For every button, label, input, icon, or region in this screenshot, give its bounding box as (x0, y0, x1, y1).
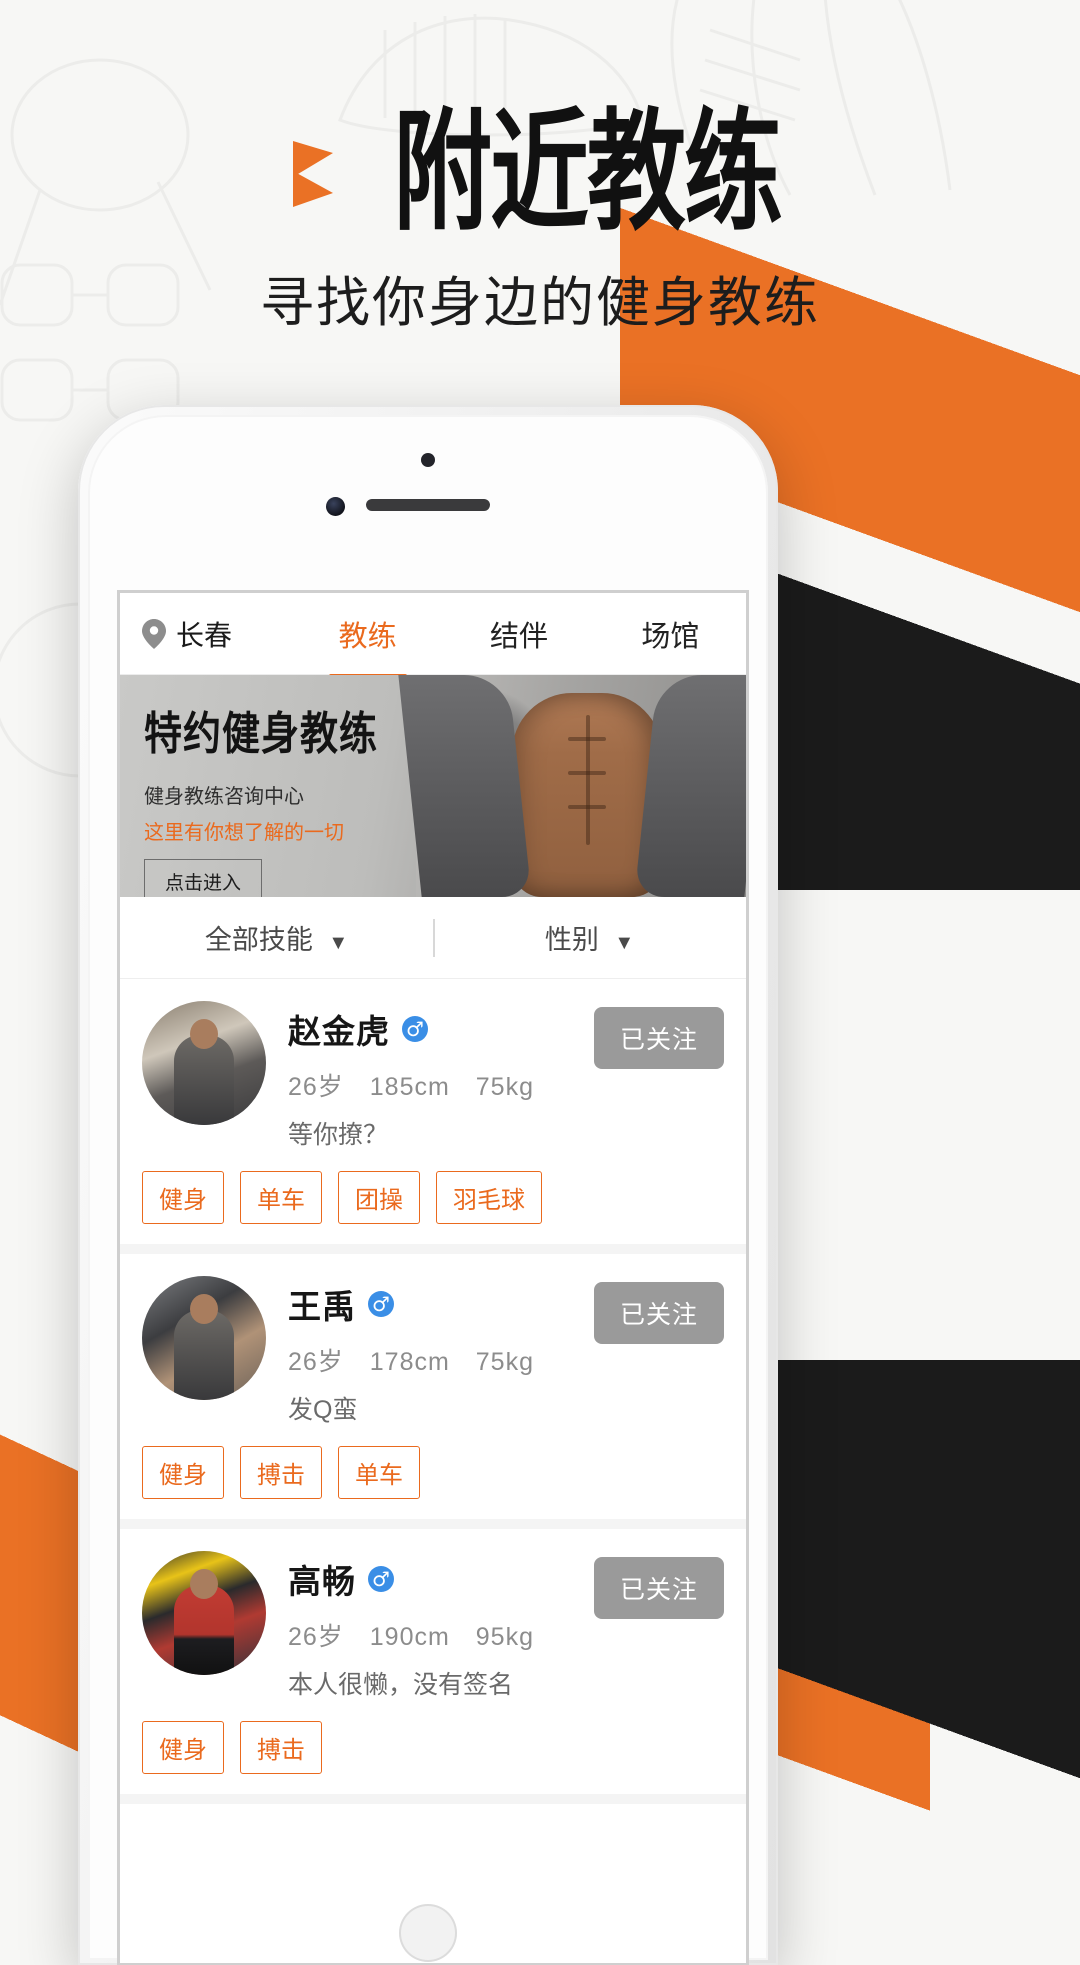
app-screen: 长春 教练 结伴 场馆 特约健身教练 健身教练咨询中心 这里有你想了解的一切 点… (120, 593, 746, 1963)
coach-bio: 发Q蛮 (288, 1396, 358, 1424)
skill-tag[interactable]: 单车 (240, 1171, 322, 1224)
skill-tag[interactable]: 单车 (338, 1446, 420, 1499)
coach-list-item[interactable]: 高畅 ♂ 26岁 190cm 95kg 本人很懒，没有签名 已关注 健身 搏击 (120, 1529, 746, 1804)
banner-text-block: 特约健身教练 健身教练咨询中心 这里有你想了解的一切 点击进入 (120, 675, 440, 897)
coach-name: 赵金虎 (288, 1013, 390, 1050)
chevron-down-icon: ▼ (328, 932, 349, 954)
gender-filter-label: 性别 (544, 925, 599, 955)
skill-filter-label: 全部技能 (204, 925, 313, 955)
banner-line-1: 健身教练咨询中心 (144, 786, 304, 808)
gender-filter[interactable]: 性别 ▼ (433, 918, 746, 957)
coach-name: 高畅 (288, 1563, 356, 1600)
skill-tag[interactable]: 健身 (142, 1171, 224, 1224)
proximity-sensor (421, 453, 435, 467)
coach-height: 185cm (369, 1073, 450, 1101)
banner-line-2: 这里有你想了解的一切 (144, 822, 344, 844)
phone-mockup: 长春 教练 结伴 场馆 特约健身教练 健身教练咨询中心 这里有你想了解的一切 点… (78, 405, 778, 1965)
corner-accent-dark-top (750, 330, 1080, 890)
front-camera (326, 497, 345, 516)
filter-divider (433, 919, 435, 957)
avatar[interactable] (142, 1551, 266, 1675)
location-label: 长春 (176, 619, 233, 651)
coach-bio: 本人很懒，没有签名 (288, 1671, 514, 1699)
tab-coach[interactable]: 教练 (292, 599, 443, 669)
coach-age: 26岁 (288, 1348, 344, 1376)
coach-list-item[interactable]: 王禹 ♂ 26岁 178cm 75kg 发Q蛮 已关注 健身 搏击 单车 (120, 1254, 746, 1529)
banner-enter-button[interactable]: 点击进入 (144, 859, 263, 897)
promo-banner[interactable]: 特约健身教练 健身教练咨询中心 这里有你想了解的一切 点击进入 (120, 675, 746, 897)
coach-tags: 健身 单车 团操 羽毛球 (120, 1151, 746, 1244)
coach-stats: 26岁 190cm 95kg (288, 1617, 594, 1653)
skill-tag[interactable]: 健身 (142, 1721, 224, 1774)
coach-weight: 75kg (475, 1348, 534, 1376)
avatar[interactable] (142, 1276, 266, 1400)
tab-partner[interactable]: 结伴 (443, 599, 594, 669)
tab-venue[interactable]: 场馆 (595, 599, 746, 669)
chevron-down-icon: ▼ (614, 932, 635, 954)
skill-tag[interactable]: 搏击 (240, 1721, 322, 1774)
follow-button[interactable]: 已关注 (593, 1007, 724, 1069)
skill-tag[interactable]: 健身 (142, 1446, 224, 1499)
hero-headline: 附近教练 (0, 106, 1080, 238)
home-button[interactable] (399, 1904, 457, 1962)
coach-tags: 健身 搏击 单车 (120, 1426, 746, 1519)
male-icon: ♂ (368, 1566, 394, 1592)
coach-name: 王禹 (288, 1288, 356, 1325)
coach-height: 178cm (369, 1348, 450, 1376)
follow-button[interactable]: 已关注 (593, 1557, 724, 1619)
coach-age: 26岁 (288, 1623, 344, 1651)
coach-stats: 26岁 178cm 75kg (288, 1342, 594, 1378)
avatar[interactable] (142, 1001, 266, 1125)
skill-tag[interactable]: 团操 (338, 1171, 420, 1224)
app-nav-bar: 长春 教练 结伴 场馆 (120, 593, 746, 675)
hero-subtitle: 寻找你身边的健身教练 (260, 273, 820, 333)
double-arrow-icon (289, 127, 365, 217)
coach-tags: 健身 搏击 (120, 1701, 746, 1794)
coach-stats: 26岁 185cm 75kg (288, 1067, 594, 1103)
filter-bar: 全部技能 ▼ 性别 ▼ (120, 897, 746, 979)
coach-list-item[interactable]: 赵金虎 ♂ 26岁 185cm 75kg 等你撩？ 已关注 健身 单车 团操 羽… (120, 979, 746, 1254)
banner-title: 特约健身教练 (144, 707, 379, 760)
skill-filter[interactable]: 全部技能 ▼ (120, 918, 433, 957)
coach-bio: 等你撩？ (288, 1121, 389, 1149)
coach-height: 190cm (369, 1623, 450, 1651)
banner-photo (398, 675, 746, 897)
skill-tag[interactable]: 搏击 (240, 1446, 322, 1499)
app-tabs: 教练 结伴 场馆 (292, 599, 746, 669)
coach-age: 26岁 (288, 1073, 344, 1101)
hero-title: 附近教练 (393, 95, 783, 249)
coach-weight: 75kg (475, 1073, 534, 1101)
skill-tag[interactable]: 羽毛球 (436, 1171, 542, 1224)
earpiece-speaker (366, 499, 490, 511)
coach-weight: 95kg (475, 1623, 534, 1651)
follow-button[interactable]: 已关注 (593, 1282, 724, 1344)
location-pin-icon (142, 618, 166, 649)
male-icon: ♂ (368, 1291, 394, 1317)
male-icon: ♂ (402, 1016, 428, 1042)
location-selector[interactable]: 长春 (142, 614, 292, 654)
